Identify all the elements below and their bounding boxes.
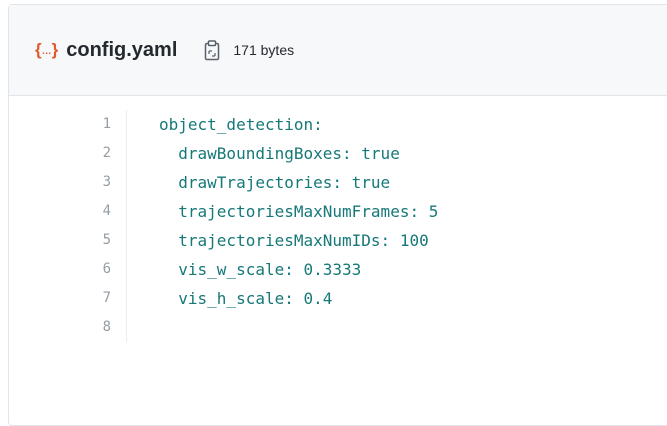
line-content: vis_w_scale: 0.3333 <box>159 260 362 279</box>
line-number[interactable]: 6 <box>9 255 127 284</box>
code-line: 4 trajectoriesMaxNumFrames: 5 <box>9 197 667 226</box>
line-number[interactable]: 8 <box>9 313 127 342</box>
line-number[interactable]: 7 <box>9 284 127 313</box>
line-content: vis_h_scale: 0.4 <box>159 289 333 308</box>
line-number[interactable]: 1 <box>9 110 127 139</box>
code-line: 5 trajectoriesMaxNumIDs: 100 <box>9 226 667 255</box>
file-viewer: {…} config.yaml 171 bytes 1 object_detec… <box>8 4 667 426</box>
line-number[interactable]: 4 <box>9 197 127 226</box>
clipboard-icon <box>205 40 220 61</box>
code-line: 2 drawBoundingBoxes: true <box>9 139 667 168</box>
code-line: 8 <box>9 313 667 342</box>
line-number[interactable]: 2 <box>9 139 127 168</box>
file-size: 171 bytes <box>233 42 295 58</box>
line-content <box>127 313 159 342</box>
code-file-icon: {…} <box>35 40 58 59</box>
file-name: config.yaml <box>66 38 178 61</box>
line-number[interactable]: 5 <box>9 226 127 255</box>
line-content: trajectoriesMaxNumFrames: 5 <box>159 202 439 221</box>
copy-button[interactable] <box>201 37 223 63</box>
code-line: 6 vis_w_scale: 0.3333 <box>9 255 667 284</box>
file-header: {…} config.yaml 171 bytes <box>9 5 667 96</box>
code-line: 7 vis_h_scale: 0.4 <box>9 284 667 313</box>
line-number[interactable]: 3 <box>9 168 127 197</box>
code-view: 1 object_detection: 2 drawBoundingBoxes:… <box>9 96 667 342</box>
code-line: 3 drawTrajectories: true <box>9 168 667 197</box>
line-content: trajectoriesMaxNumIDs: 100 <box>159 231 429 250</box>
line-content: object_detection: <box>159 115 323 134</box>
line-content: drawTrajectories: true <box>159 173 391 192</box>
code-line: 1 object_detection: <box>9 110 667 139</box>
line-content: drawBoundingBoxes: true <box>159 144 400 163</box>
